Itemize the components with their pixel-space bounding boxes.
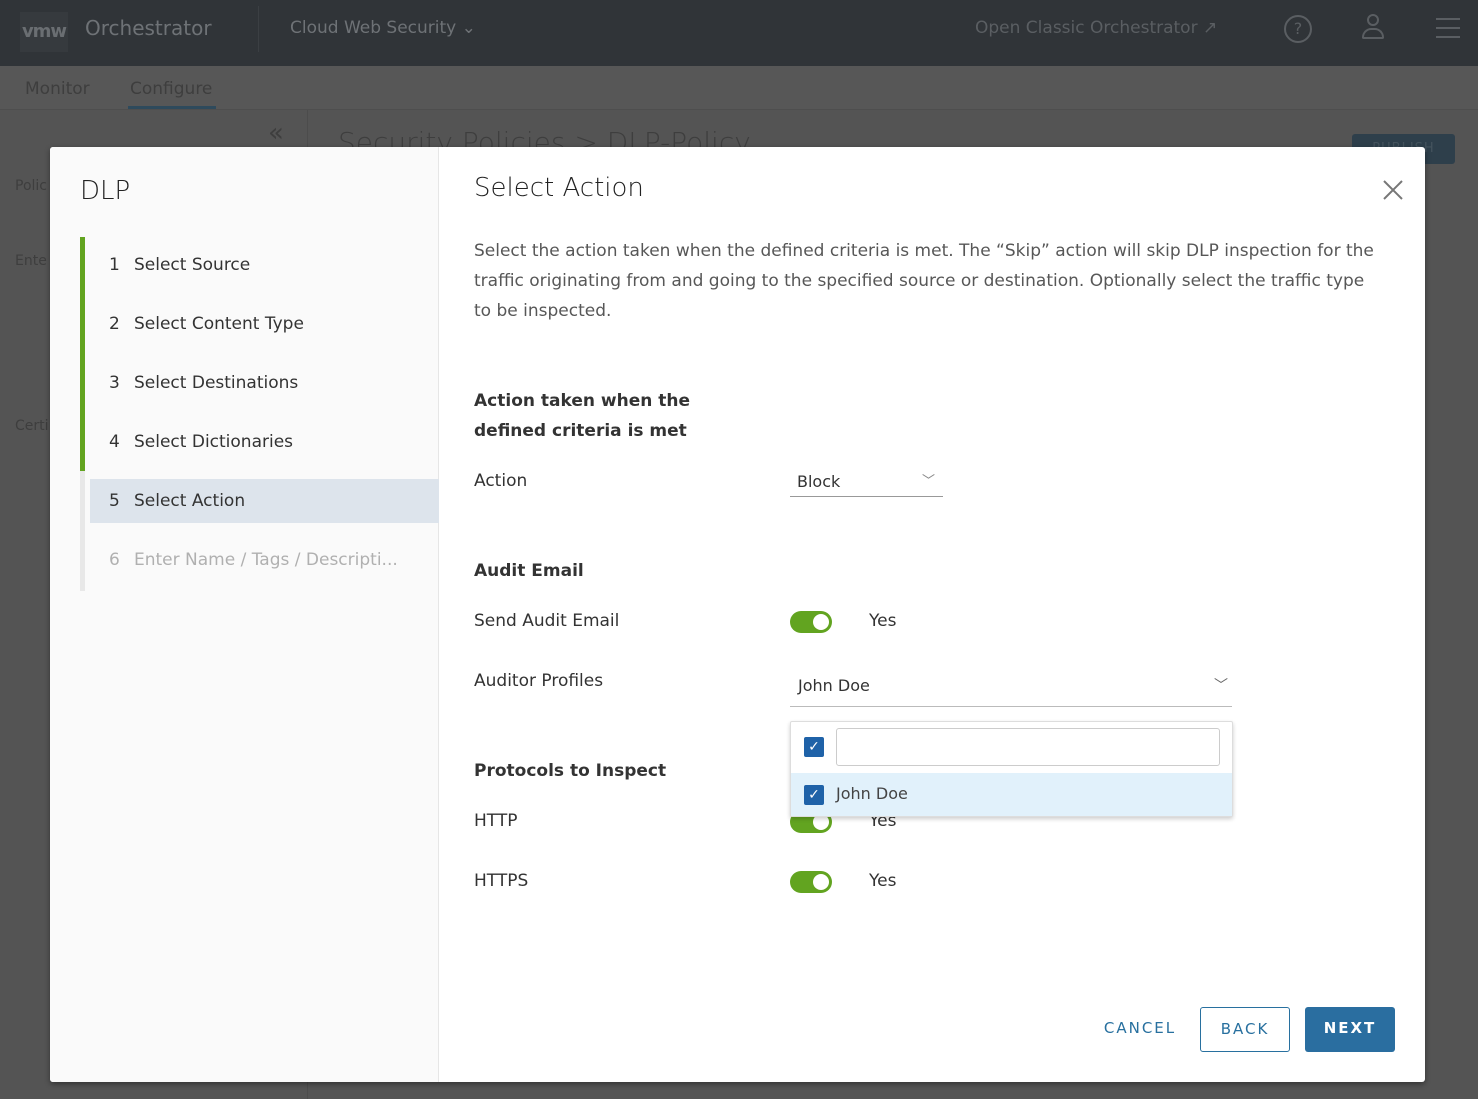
https-value: Yes xyxy=(869,871,897,891)
step-number: 2 xyxy=(109,314,120,334)
audit-section-heading: Audit Email xyxy=(474,561,584,581)
step-label: Select Source xyxy=(134,255,251,275)
step-number: 6 xyxy=(109,550,120,570)
sub-nav xyxy=(0,66,1478,110)
action-value: Block xyxy=(797,472,841,491)
send-audit-value: Yes xyxy=(869,611,897,631)
chevron-down-icon: ⌄ xyxy=(461,18,476,38)
option-label: John Doe xyxy=(836,784,908,803)
header-divider xyxy=(258,6,259,52)
https-toggle[interactable] xyxy=(790,871,832,893)
step-select-content-type[interactable]: 2 Select Content Type xyxy=(90,302,439,346)
chevron-down-icon: ﹀ xyxy=(921,474,935,489)
help-icon[interactable]: ? xyxy=(1284,15,1312,43)
send-audit-toggle[interactable] xyxy=(790,611,832,633)
step-select-action[interactable]: 5 Select Action xyxy=(90,479,439,523)
collapse-icon[interactable]: « xyxy=(268,118,284,148)
bg-sidebar-label: Certi xyxy=(15,418,49,434)
action-section-heading: Action taken when the defined criteria i… xyxy=(474,391,691,441)
bg-sidebar-label: Polic xyxy=(15,178,47,194)
tab-monitor[interactable]: Monitor xyxy=(25,79,90,99)
external-link-icon: ↗ xyxy=(1202,18,1218,38)
http-label: HTTP xyxy=(474,811,518,831)
step-enter-name: 6 Enter Name / Tags / Descripti... xyxy=(90,538,439,582)
send-audit-label: Send Audit Email xyxy=(474,611,620,631)
step-label: Select Dictionaries xyxy=(134,432,294,452)
user-icon[interactable] xyxy=(1362,14,1384,39)
wizard-title: DLP xyxy=(80,176,131,206)
step-number: 4 xyxy=(109,432,120,452)
chevron-down-icon: ﹀ xyxy=(1214,678,1228,694)
close-icon[interactable] xyxy=(1380,177,1406,203)
product-label: Cloud Web Security xyxy=(290,18,457,38)
dropdown-option[interactable]: ✓ John Doe xyxy=(791,773,1232,816)
option-checkbox[interactable]: ✓ xyxy=(804,785,824,805)
step-number: 1 xyxy=(109,255,120,275)
step-title: Select Action xyxy=(474,173,644,203)
auditor-profiles-label: Auditor Profiles xyxy=(474,671,604,691)
https-label: HTTPS xyxy=(474,871,529,891)
app-name: Orchestrator xyxy=(85,16,212,40)
step-label: Enter Name / Tags / Descripti... xyxy=(134,550,398,570)
cancel-button[interactable]: CANCEL xyxy=(1090,1007,1190,1052)
back-button[interactable]: BACK xyxy=(1200,1007,1290,1052)
bg-sidebar-label: Ente xyxy=(15,253,47,269)
step-select-dictionaries[interactable]: 4 Select Dictionaries xyxy=(90,420,439,464)
next-button[interactable]: NEXT xyxy=(1305,1007,1395,1052)
action-select[interactable]: Block ﹀ xyxy=(790,467,943,497)
step-number: 3 xyxy=(109,373,120,393)
action-label: Action xyxy=(474,471,528,491)
select-all-checkbox[interactable]: ✓ xyxy=(804,737,824,757)
step-select-source[interactable]: 1 Select Source xyxy=(90,243,439,287)
auditor-profiles-select[interactable]: John Doe ﹀ xyxy=(790,671,1232,707)
active-tab-indicator xyxy=(128,106,216,109)
step-number: 5 xyxy=(109,491,120,511)
product-selector[interactable]: Cloud Web Security ⌄ xyxy=(290,18,476,38)
wizard-steps-panel: DLP 1 Select Source 2 Select Content Type … xyxy=(50,147,439,1082)
step-select-destinations[interactable]: 3 Select Destinations xyxy=(90,361,439,405)
step-description: Select the action taken when the defined… xyxy=(474,241,1374,321)
tab-configure[interactable]: Configure xyxy=(130,79,212,99)
step-label: Select Content Type xyxy=(134,314,304,334)
steps-progress xyxy=(80,237,85,471)
auditor-search-input[interactable] xyxy=(836,728,1220,766)
vmw-logo: vmw xyxy=(20,12,68,52)
protocols-section-heading: Protocols to Inspect xyxy=(474,761,667,781)
classic-link-label: Open Classic Orchestrator xyxy=(975,18,1198,38)
auditor-value: John Doe xyxy=(798,676,870,695)
auditor-dropdown: ✓ ✓ John Doe xyxy=(790,721,1233,817)
dlp-wizard-modal: DLP 1 Select Source 2 Select Content Type … xyxy=(50,147,1425,1082)
step-label: Select Destinations xyxy=(134,373,299,393)
step-label: Select Action xyxy=(134,491,246,511)
open-classic-link[interactable]: Open Classic Orchestrator ↗ xyxy=(975,18,1217,38)
top-bar: vmw Orchestrator Cloud Web Security ⌄ Op… xyxy=(0,0,1478,66)
menu-icon[interactable] xyxy=(1436,18,1460,38)
